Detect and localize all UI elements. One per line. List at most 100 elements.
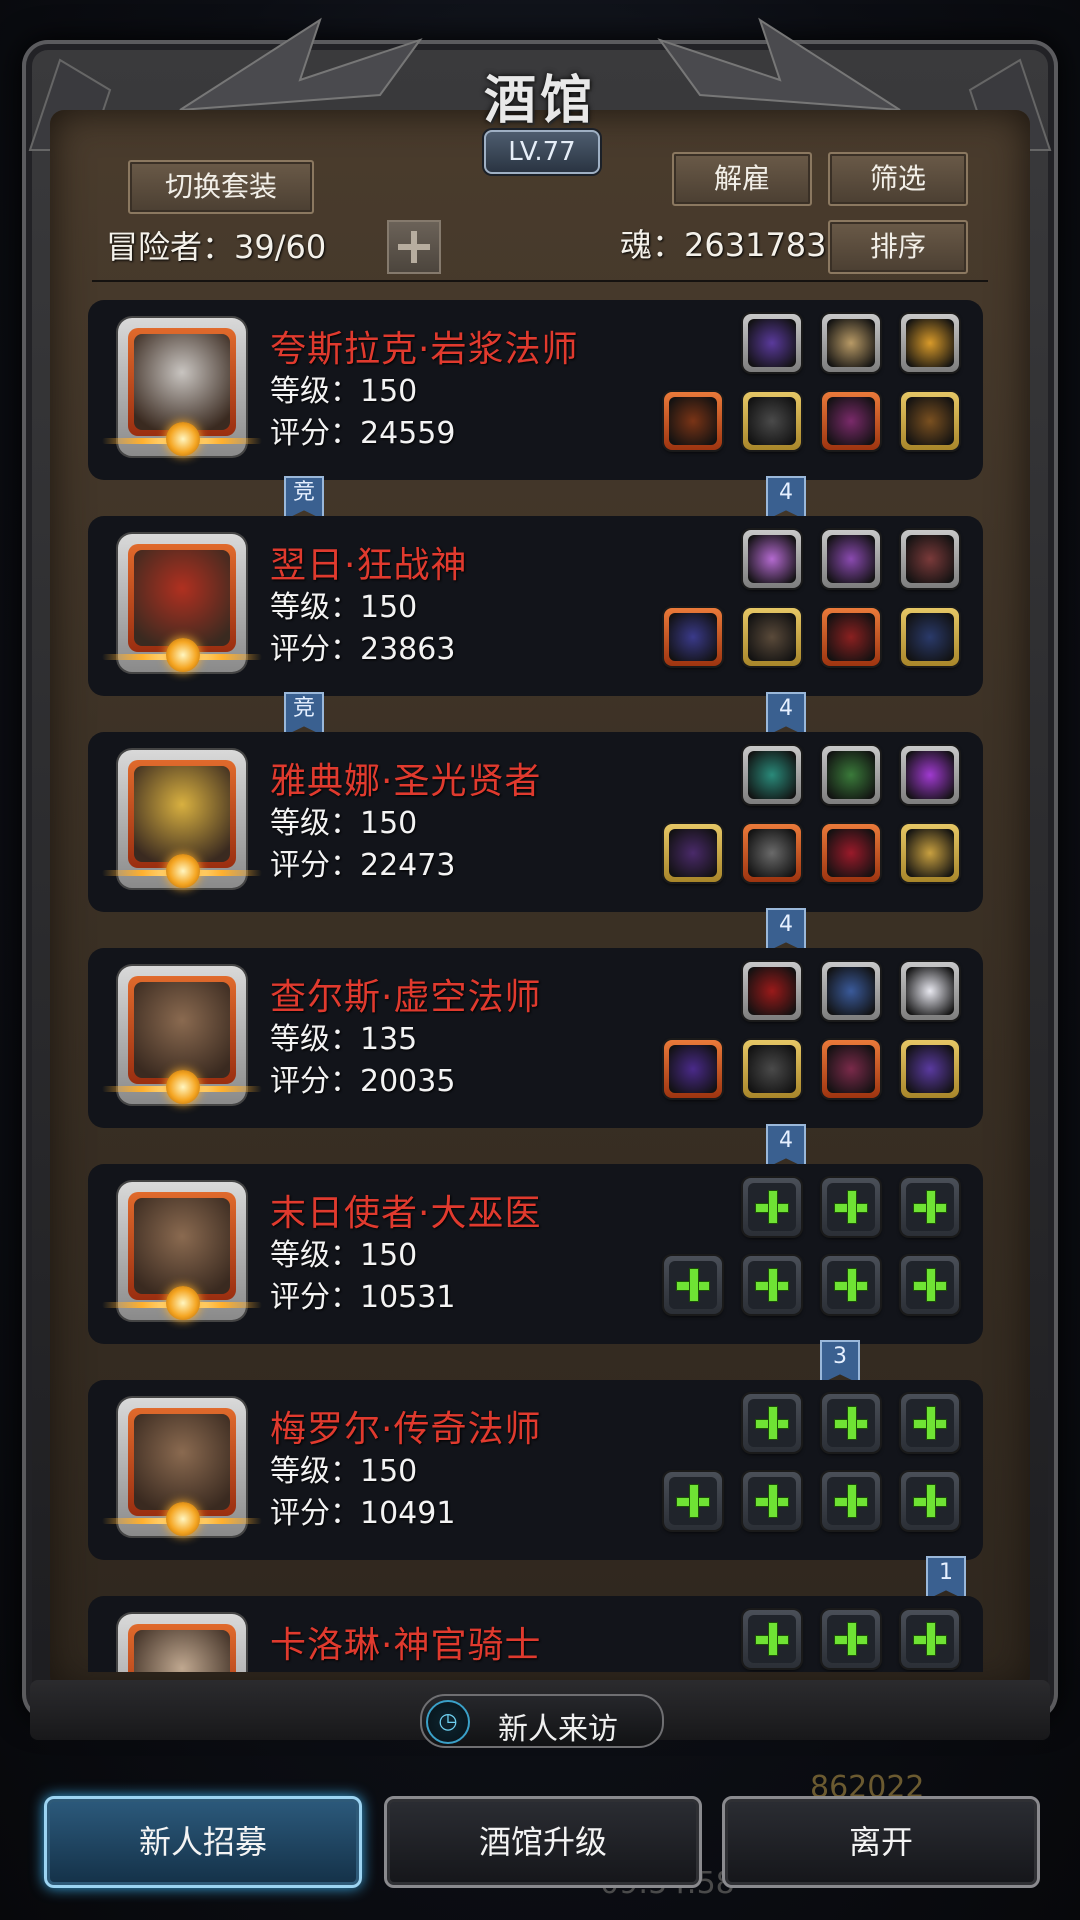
tavern-level-badge: LV.77 (484, 130, 600, 174)
add-equipment-icon (834, 1622, 868, 1656)
add-equipment-icon (676, 1268, 710, 1302)
equipment-slot[interactable] (901, 824, 959, 882)
equipment-slot[interactable] (743, 1394, 801, 1452)
hero-level: 等级：150 (270, 1454, 418, 1489)
sun-medal-icon (166, 854, 200, 888)
add-equipment-icon (913, 1406, 947, 1440)
hero-card[interactable]: 卡洛琳·神官骑士 (88, 1596, 983, 1672)
switch-outfit-button[interactable]: 切换套装 (128, 160, 314, 214)
equipment-slot[interactable] (901, 608, 959, 666)
equipment-slot[interactable] (901, 1472, 959, 1530)
equipment-slot[interactable] (743, 608, 801, 666)
equipment-slot[interactable] (743, 746, 801, 804)
equipment-slot[interactable] (901, 1256, 959, 1314)
hero-score: 评分：23863 (270, 632, 456, 667)
equipment-slot[interactable] (822, 1472, 880, 1530)
hero-portrait (102, 966, 262, 1104)
equipment-slot[interactable] (822, 608, 880, 666)
equipment-slot[interactable] (664, 392, 722, 450)
equipment-slot[interactable] (901, 1394, 959, 1452)
equipment-slot[interactable] (743, 1040, 801, 1098)
recruit-button[interactable]: 新人招募 (44, 1796, 362, 1888)
equipment-slot[interactable] (901, 314, 959, 372)
hero-name: 夸斯拉克·岩浆法师 (270, 329, 579, 370)
dismiss-button[interactable]: 解雇 (672, 152, 812, 206)
equipment-slot[interactable] (743, 314, 801, 372)
hero-name: 查尔斯·虚空法师 (270, 977, 542, 1018)
equipment-slot[interactable] (743, 392, 801, 450)
portrait-frame (128, 1192, 236, 1300)
hero-card[interactable]: 查尔斯·虚空法师 等级：135 评分：20035 (88, 948, 983, 1128)
add-equipment-icon (834, 1268, 868, 1302)
bracer-icon (906, 397, 954, 445)
leave-button[interactable]: 离开 (722, 1796, 1040, 1888)
scepter-icon (669, 829, 717, 877)
equipment-slot[interactable] (901, 746, 959, 804)
hero-portrait (118, 1614, 246, 1672)
hero-portrait (102, 1398, 262, 1536)
add-equipment-icon (755, 1406, 789, 1440)
cape-icon (748, 967, 796, 1015)
portrait-frame (128, 976, 236, 1084)
equipment-slot[interactable] (664, 1472, 722, 1530)
sun-medal-icon (166, 1502, 200, 1536)
equipment-slot[interactable] (822, 314, 880, 372)
equipment-slot[interactable] (664, 824, 722, 882)
hero-card[interactable]: 末日使者·大巫医 等级：150 评分：10531 (88, 1164, 983, 1344)
equipment-slot[interactable] (822, 1040, 880, 1098)
hero-card[interactable]: 雅典娜·圣光贤者 等级：150 评分：22473 (88, 732, 983, 912)
equipment-slot[interactable] (901, 1610, 959, 1668)
equipment-slot[interactable] (664, 1040, 722, 1098)
portrait-frame (128, 544, 236, 652)
equipment-slot[interactable] (822, 392, 880, 450)
sort-button[interactable]: 排序 (828, 220, 968, 274)
equipment-slot[interactable] (822, 824, 880, 882)
add-equipment-icon (834, 1484, 868, 1518)
equipment-slot[interactable] (743, 1610, 801, 1668)
equipment-slot[interactable] (822, 1256, 880, 1314)
equipment-slot[interactable] (901, 1040, 959, 1098)
filter-button[interactable]: 筛选 (828, 152, 968, 206)
equipment-slot[interactable] (822, 1178, 880, 1236)
equipment-slot[interactable] (822, 746, 880, 804)
equipment-slot[interactable] (822, 530, 880, 588)
equipment-slot[interactable] (664, 1256, 722, 1314)
star-count-ribbon: 4 (766, 1124, 806, 1168)
compass-icon (827, 319, 875, 367)
equipment-slot[interactable] (901, 392, 959, 450)
hero-card[interactable]: 梅罗尔·传奇法师 等级：150 评分：10491 (88, 1380, 983, 1560)
hero-level: 等级：150 (270, 374, 418, 409)
equipment-slot[interactable] (743, 1256, 801, 1314)
shield-icon (906, 829, 954, 877)
equipment-slot[interactable] (901, 530, 959, 588)
equipment-slot[interactable] (743, 530, 801, 588)
equipment-slot[interactable] (743, 962, 801, 1020)
hero-score: 评分：24559 (270, 416, 456, 451)
equipment-slot[interactable] (822, 1610, 880, 1668)
hero-card[interactable]: 夸斯拉克·岩浆法师等级：150 评分：24559 (88, 300, 983, 480)
equipment-slot[interactable] (822, 962, 880, 1020)
star-count-ribbon: 4 (766, 476, 806, 520)
equipment-slot[interactable] (822, 1394, 880, 1452)
equipment-slot[interactable] (901, 1178, 959, 1236)
equipment-slot[interactable] (743, 1178, 801, 1236)
bracelet-icon (906, 1045, 954, 1093)
new-visitor-button[interactable]: ◷ 新人来访 (420, 1694, 664, 1748)
dark-gem-icon (748, 319, 796, 367)
crystal-icon (748, 535, 796, 583)
star-count-ribbon: 4 (766, 692, 806, 736)
hero-portrait (102, 318, 262, 456)
hero-portrait (102, 534, 262, 672)
add-capacity-button[interactable] (387, 220, 441, 274)
sun-medal-icon (166, 1286, 200, 1320)
add-equipment-icon (834, 1190, 868, 1224)
hero-card[interactable]: 翌日·狂战神 等级：150 评分：23863 (88, 516, 983, 696)
arena-badge: 竞 (284, 692, 324, 736)
tavern-upgrade-button[interactable]: 酒馆升级 (384, 1796, 702, 1888)
hero-list[interactable]: 夸斯拉克·岩浆法师 等级：150 评分：24559 竞 4 翌日·狂战神 等级：150 评分：… (88, 300, 990, 1672)
equipment-slot[interactable] (743, 824, 801, 882)
equipment-slot[interactable] (743, 1472, 801, 1530)
equipment-slot[interactable] (664, 608, 722, 666)
hero-avatar (134, 1198, 230, 1294)
equipment-slot[interactable] (901, 962, 959, 1020)
